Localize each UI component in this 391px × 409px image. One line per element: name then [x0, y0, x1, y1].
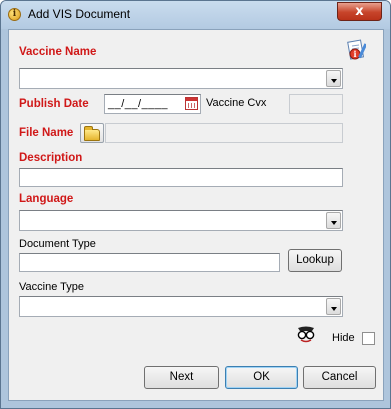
language-combo[interactable] [19, 210, 343, 231]
vaccine-cvx-field [289, 94, 343, 114]
vaccine-name-label: Vaccine Name [19, 46, 97, 58]
hide-glasses-icon [297, 326, 315, 343]
info-icon: i [8, 8, 21, 21]
next-button[interactable]: Next [144, 366, 219, 389]
publish-date-label: Publish Date [19, 98, 89, 110]
open-folder-icon [84, 126, 100, 141]
description-field[interactable] [19, 168, 343, 187]
hide-label: Hide [332, 332, 355, 344]
ok-button[interactable]: OK [225, 366, 298, 389]
language-label: Language [19, 193, 74, 205]
file-name-label: File Name [19, 127, 74, 139]
document-type-field[interactable] [19, 253, 280, 272]
hide-checkbox[interactable] [362, 332, 375, 345]
calendar-icon[interactable] [185, 97, 198, 110]
close-icon: x [355, 4, 364, 19]
browse-file-button[interactable] [80, 123, 104, 143]
file-name-field [105, 123, 343, 143]
cancel-button[interactable]: Cancel [303, 366, 376, 389]
document-type-label: Document Type [19, 238, 96, 250]
lookup-button[interactable]: Lookup [288, 249, 342, 272]
description-label: Description [19, 152, 83, 164]
chevron-down-icon[interactable] [326, 212, 341, 229]
close-button[interactable]: x [337, 2, 382, 21]
chevron-down-icon[interactable] [326, 70, 341, 87]
vaccine-type-label: Vaccine Type [19, 281, 85, 293]
vaccine-name-combo[interactable] [19, 68, 343, 89]
title-bar[interactable]: i Add VIS Document x [1, 1, 390, 29]
dialog-window: i Add VIS Document x Vaccine Name i Publ… [0, 0, 391, 409]
svg-text:i: i [353, 49, 356, 59]
vaccine-type-combo[interactable] [19, 296, 343, 317]
dialog-body: Vaccine Name i Publish Date __/__/____ V… [8, 29, 384, 401]
publish-date-field[interactable]: __/__/____ [104, 94, 201, 114]
vaccine-cvx-label: Vaccine Cvx [206, 97, 267, 109]
publish-date-value: __/__/____ [108, 98, 169, 110]
chevron-down-icon[interactable] [326, 298, 341, 315]
window-title: Add VIS Document [28, 7, 131, 21]
document-info-icon: i [347, 39, 366, 60]
